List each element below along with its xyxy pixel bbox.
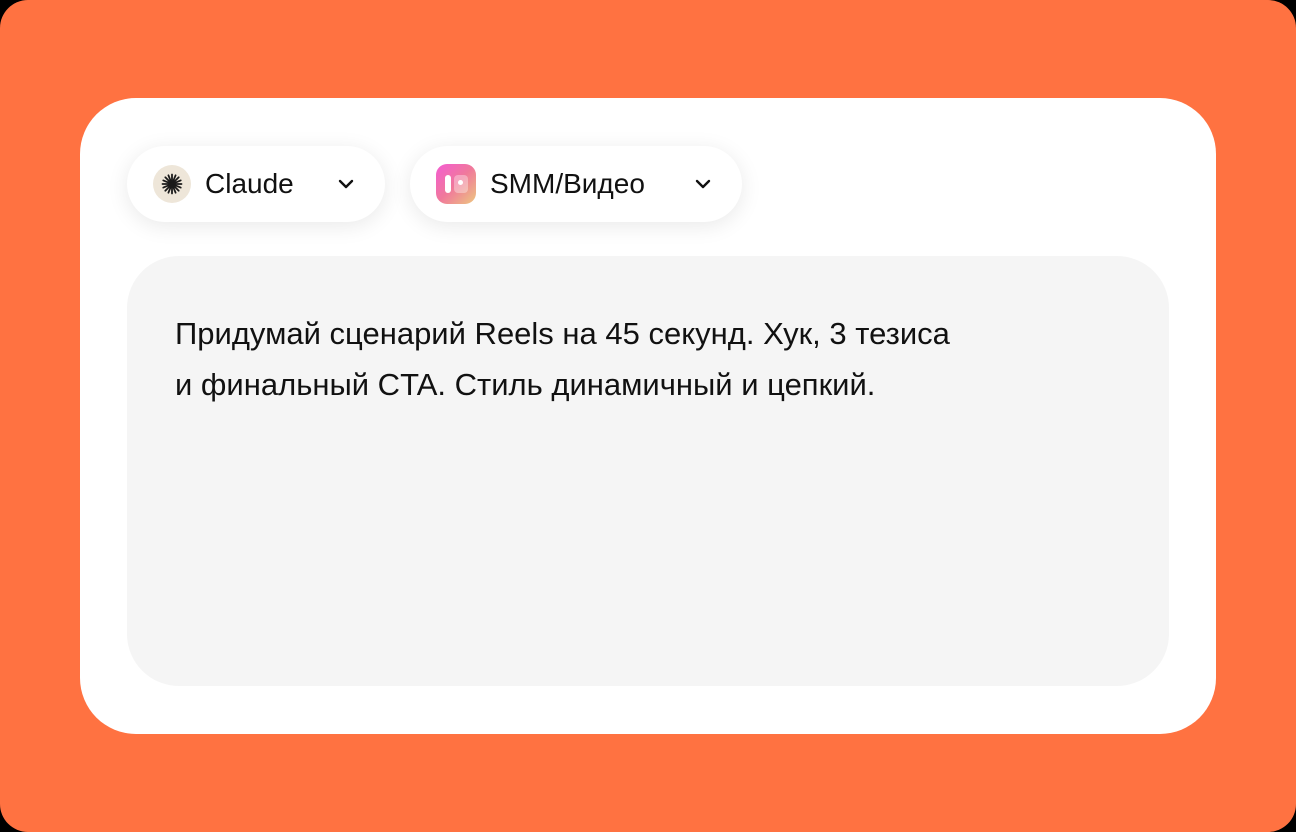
chevron-down-icon <box>335 173 357 195</box>
prompt-input[interactable]: Придумай сценарий Reels на 45 секунд. Ху… <box>127 256 1169 686</box>
category-selector-label: SMM/Видео <box>490 168 645 199</box>
model-selector[interactable]: Claude <box>127 146 385 222</box>
chevron-down-icon <box>692 173 714 195</box>
claude-asterisk-icon <box>153 165 191 203</box>
app-background: Claude SMM/Видео Придумай сценарий Reels… <box>0 0 1296 832</box>
model-selector-label: Claude <box>205 168 294 199</box>
smm-video-icon <box>436 164 476 204</box>
prompt-card: Claude SMM/Видео Придумай сценарий Reels… <box>80 98 1216 734</box>
prompt-text: Придумай сценарий Reels на 45 секунд. Ху… <box>175 316 950 402</box>
category-selector[interactable]: SMM/Видео <box>410 146 742 222</box>
